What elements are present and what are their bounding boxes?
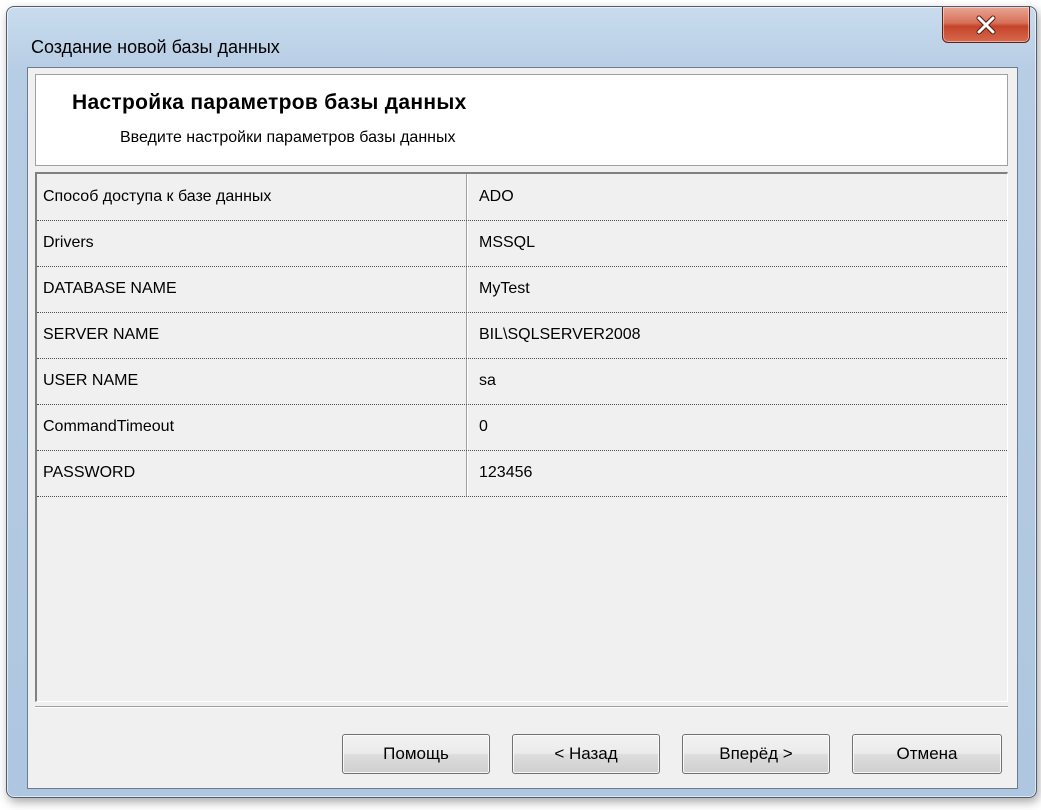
parameter-name: SERVER NAME [43,326,160,343]
parameters-grid[interactable]: Способ доступа к базе данных ADO Drivers… [35,172,1008,702]
window-title: Создание новой базы данных [31,37,280,57]
parameter-value[interactable]: BIL\SQLSERVER2008 [471,312,1007,358]
parameter-row[interactable]: Способ доступа к базе данных ADO [37,174,1007,221]
parameter-value[interactable]: ADO [471,174,1007,220]
parameter-name: DATABASE NAME [43,280,177,297]
parameter-row[interactable]: DATABASE NAME MyTest [37,266,1007,313]
parameter-value[interactable]: 0 [471,404,1007,450]
parameter-name: Способ доступа к базе данных [43,188,272,205]
title-bar[interactable]: Создание новой базы данных [7,7,1036,67]
parameter-row[interactable]: CommandTimeout 0 [37,404,1007,451]
close-button[interactable] [942,7,1030,43]
parameter-value[interactable]: MyTest [471,266,1007,312]
wizard-header: Настройка параметров базы данных Введите… [35,74,1008,166]
parameter-row[interactable]: USER NAME sa [37,358,1007,405]
button-bar-separator [35,706,1008,708]
help-button[interactable]: Помощь [342,734,490,774]
dialog-window: Создание новой базы данных Настройка пар… [6,6,1037,798]
parameter-row[interactable]: PASSWORD 123456 [37,450,1007,497]
parameter-value[interactable]: sa [471,358,1007,404]
parameter-name: Drivers [43,234,94,251]
next-button[interactable]: Вперёд > [682,734,830,774]
wizard-step-subtitle: Введите настройки параметров базы данных [120,129,456,146]
parameter-row[interactable]: Drivers MSSQL [37,220,1007,267]
parameter-value[interactable]: MSSQL [471,220,1007,266]
close-icon [976,15,996,34]
cancel-button[interactable]: Отмена [852,734,1002,774]
wizard-step-title: Настройка параметров базы данных [72,91,467,114]
parameter-name: USER NAME [43,372,139,389]
parameter-name: CommandTimeout [43,418,175,435]
parameter-value[interactable]: 123456 [471,450,1007,496]
parameter-name: PASSWORD [43,464,136,481]
back-button[interactable]: < Назад [512,734,660,774]
parameter-row[interactable]: SERVER NAME BIL\SQLSERVER2008 [37,312,1007,359]
dialog-client-area: Настройка параметров базы данных Введите… [27,67,1018,789]
